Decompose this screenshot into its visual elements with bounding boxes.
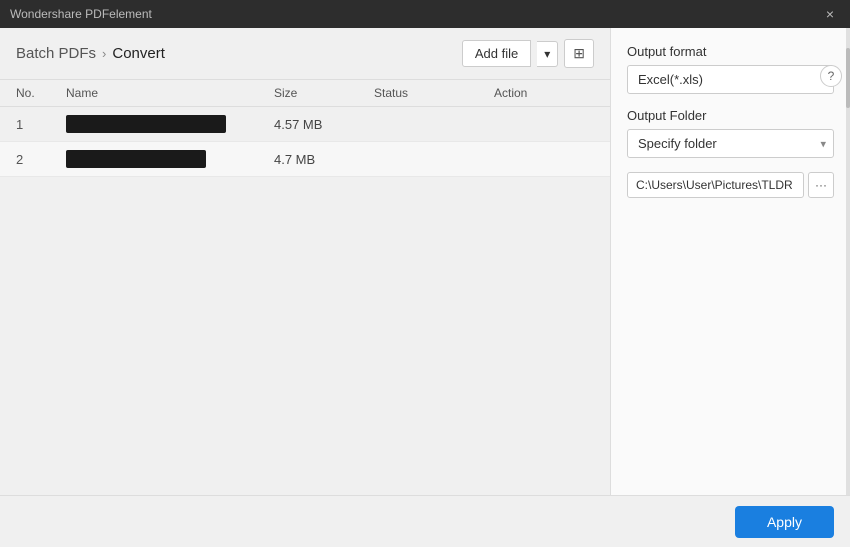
right-scrollbar-thumb bbox=[846, 48, 850, 108]
output-folder-section: Output Folder Specify folder Same as sou… bbox=[627, 108, 834, 158]
cell-size-2: 4.7 MB bbox=[274, 152, 374, 167]
question-mark: ? bbox=[828, 69, 835, 83]
output-folder-select-wrapper: Specify folder Same as source folder ▾ bbox=[627, 129, 834, 158]
right-panel: Output format Excel(*.xls) Word(*.docx) … bbox=[610, 28, 850, 495]
folder-path-row: ··· bbox=[627, 172, 834, 198]
output-format-section: Output format Excel(*.xls) Word(*.docx) … bbox=[627, 44, 834, 94]
output-format-select-wrapper: Excel(*.xls) Word(*.docx) PowerPoint(*.p… bbox=[627, 65, 834, 94]
col-action: Action bbox=[494, 86, 594, 100]
output-format-label: Output format bbox=[627, 44, 834, 59]
header-actions: Add file ▾ ⊞ bbox=[462, 39, 594, 68]
bottom-bar: Apply bbox=[0, 495, 850, 547]
add-file-button[interactable]: Add file bbox=[462, 40, 531, 67]
folder-path-input[interactable] bbox=[627, 172, 804, 198]
col-name: Name bbox=[66, 86, 274, 100]
main-area: Batch PDFs › Convert Add file ▾ ⊞ No. Na… bbox=[0, 28, 850, 495]
folder-button[interactable]: ⊞ bbox=[564, 39, 594, 68]
table-header: No. Name Size Status Action bbox=[0, 80, 610, 107]
file-table: No. Name Size Status Action 1 4.57 MB 2 bbox=[0, 80, 610, 495]
title-bar: Wondershare PDFelement × bbox=[0, 0, 850, 28]
more-button[interactable]: ··· bbox=[808, 172, 834, 198]
col-status: Status bbox=[374, 86, 494, 100]
output-folder-select[interactable]: Specify folder Same as source folder bbox=[627, 129, 834, 158]
right-scrollbar bbox=[846, 28, 850, 495]
close-button[interactable]: × bbox=[820, 4, 840, 24]
redacted-name-1 bbox=[66, 115, 226, 133]
cell-size-1: 4.57 MB bbox=[274, 117, 374, 132]
col-no: No. bbox=[16, 86, 66, 100]
col-size: Size bbox=[274, 86, 374, 100]
output-folder-label: Output Folder bbox=[627, 108, 834, 123]
header: Batch PDFs › Convert Add file ▾ ⊞ bbox=[0, 28, 610, 80]
app-title: Wondershare PDFelement bbox=[10, 7, 152, 21]
breadcrumb: Batch PDFs › Convert bbox=[16, 45, 165, 62]
apply-button[interactable]: Apply bbox=[735, 506, 834, 538]
table-row[interactable]: 2 4.7 MB bbox=[0, 142, 610, 177]
help-icon[interactable]: ? bbox=[820, 65, 842, 87]
cell-no-1: 1 bbox=[16, 117, 66, 132]
breadcrumb-current: Convert bbox=[112, 45, 165, 62]
cell-name-2 bbox=[66, 150, 274, 168]
left-panel: Batch PDFs › Convert Add file ▾ ⊞ No. Na… bbox=[0, 28, 610, 495]
redacted-name-2 bbox=[66, 150, 206, 168]
add-file-dropdown-button[interactable]: ▾ bbox=[537, 41, 558, 67]
cell-name-1 bbox=[66, 115, 274, 133]
table-row[interactable]: 1 4.57 MB bbox=[0, 107, 610, 142]
output-format-row: Excel(*.xls) Word(*.docx) PowerPoint(*.p… bbox=[627, 65, 834, 94]
breadcrumb-parent[interactable]: Batch PDFs bbox=[16, 45, 96, 62]
cell-no-2: 2 bbox=[16, 152, 66, 167]
breadcrumb-separator: › bbox=[102, 46, 106, 61]
folder-icon: ⊞ bbox=[573, 45, 585, 61]
output-format-select[interactable]: Excel(*.xls) Word(*.docx) PowerPoint(*.p… bbox=[627, 65, 834, 94]
